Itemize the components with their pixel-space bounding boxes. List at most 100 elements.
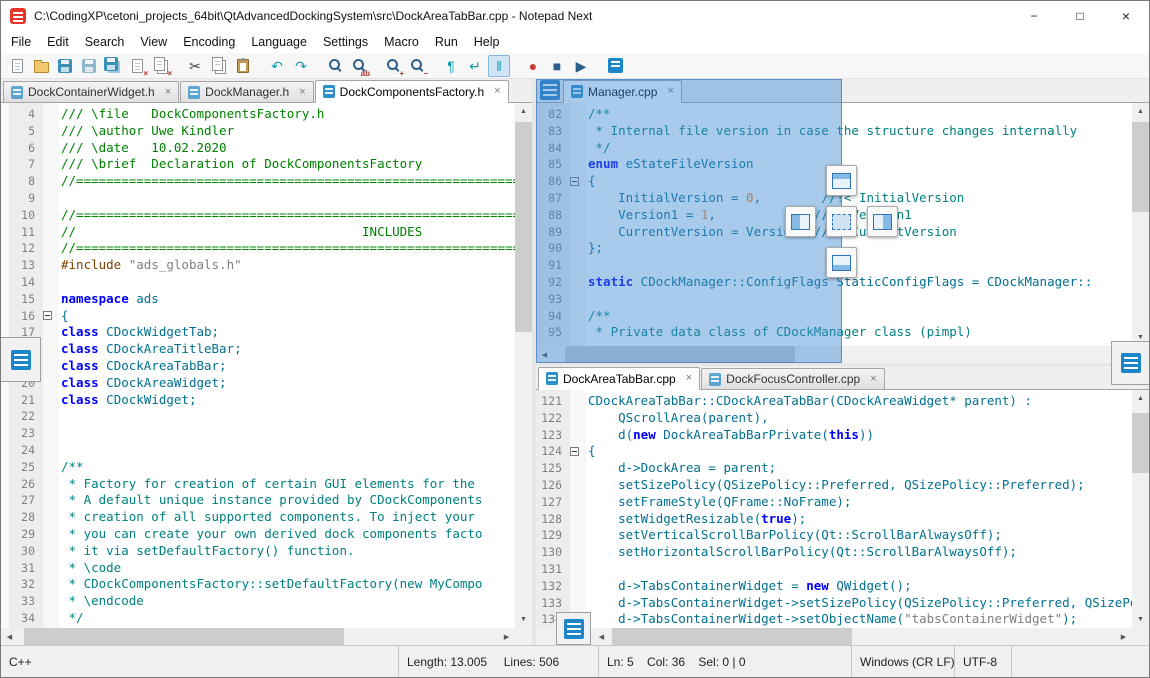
scroll-thumb[interactable] — [515, 122, 532, 332]
tab-dockmanager-h[interactable]: DockManager.h × — [180, 81, 313, 102]
code-line[interactable]: 13#include "ads_globals.h" — [9, 257, 515, 274]
menu-item-edit[interactable]: Edit — [39, 31, 77, 53]
replace-button[interactable]: ab — [348, 55, 370, 77]
dock-indicator-left[interactable] — [785, 206, 816, 237]
menu-item-help[interactable]: Help — [466, 31, 508, 53]
scroll-thumb[interactable] — [1132, 122, 1149, 212]
show-all-characters-button[interactable]: ¶ — [440, 55, 462, 77]
scroll-down-arrow-icon[interactable]: ▼ — [515, 611, 532, 628]
editor-dockareatabbar[interactable]: 121CDockAreaTabBar::CDockAreaTabBar(CDoc… — [536, 390, 1132, 628]
code-line[interactable]: 9 — [9, 190, 515, 207]
tab-close-icon[interactable]: × — [870, 374, 876, 385]
scroll-thumb[interactable] — [24, 628, 344, 645]
dock-indicator-top[interactable] — [826, 165, 857, 196]
fold-collapse-icon[interactable] — [570, 447, 579, 456]
left-vertical-scrollbar[interactable]: ▲ ▼ — [515, 103, 532, 628]
close-file-button[interactable]: × — [126, 55, 148, 77]
code-line[interactable]: 28 * creation of all supported component… — [9, 509, 515, 526]
code-line[interactable]: 20class CDockAreaWidget; — [9, 375, 515, 392]
save-copy-button[interactable] — [78, 55, 100, 77]
tab-close-icon[interactable]: × — [686, 373, 692, 384]
menu-item-language[interactable]: Language — [243, 31, 315, 53]
scroll-track[interactable] — [1132, 120, 1149, 329]
bottom-right-horizontal-scrollbar[interactable]: ◀ ▶ — [593, 628, 1132, 645]
tab-close-icon[interactable]: × — [165, 87, 171, 98]
menu-item-macro[interactable]: Macro — [376, 31, 427, 53]
code-line[interactable]: 126 setSizePolicy(QSizePolicy::Preferred… — [536, 477, 1132, 494]
editor-dockcomponentsfactory[interactable]: 4/// \file DockComponentsFactory.h5/// \… — [9, 103, 515, 628]
fold-margin[interactable] — [566, 443, 582, 460]
find-button[interactable] — [324, 55, 346, 77]
menu-item-search[interactable]: Search — [77, 31, 133, 53]
code-line[interactable]: 5/// \author Uwe Kindler — [9, 123, 515, 140]
code-line[interactable]: 12//====================================… — [9, 240, 515, 257]
paste-button[interactable] — [232, 55, 254, 77]
code-line[interactable]: 23 — [9, 425, 515, 442]
scroll-down-arrow-icon[interactable]: ▼ — [1132, 611, 1149, 628]
maximize-button[interactable]: □ — [1057, 1, 1103, 31]
zoom-in-button[interactable]: + — [382, 55, 404, 77]
menu-item-view[interactable]: View — [132, 31, 175, 53]
code-line[interactable]: 27 * A default unique instance provided … — [9, 492, 515, 509]
menu-item-run[interactable]: Run — [427, 31, 466, 53]
code-line[interactable]: 125 d->DockArea = parent; — [536, 460, 1132, 477]
code-line[interactable]: 6/// \date 10.02.2020 — [9, 140, 515, 157]
dock-indicator-right[interactable] — [867, 206, 898, 237]
bottom-right-vertical-scrollbar[interactable]: ▲ ▼ — [1132, 390, 1149, 628]
code-line[interactable]: 10//====================================… — [9, 207, 515, 224]
code-line[interactable]: 4/// \file DockComponentsFactory.h — [9, 106, 515, 123]
code-line[interactable]: 35class ADS_EXPORT CDockComponentsFactor… — [9, 627, 515, 628]
scroll-track[interactable] — [18, 628, 498, 645]
code-line[interactable]: 131 — [536, 561, 1132, 578]
tab-dockareatabbar-cpp[interactable]: DockAreaTabBar.cpp × — [538, 367, 700, 390]
scroll-track[interactable] — [610, 628, 1115, 645]
save-all-button[interactable] — [102, 55, 124, 77]
undo-button[interactable]: ↶ — [266, 55, 288, 77]
menu-item-settings[interactable]: Settings — [315, 31, 376, 53]
top-right-vertical-scrollbar[interactable]: ▲ ▼ — [1132, 103, 1149, 346]
scroll-right-arrow-icon[interactable]: ▶ — [1115, 628, 1132, 645]
code-line[interactable]: 121CDockAreaTabBar::CDockAreaTabBar(CDoc… — [536, 393, 1132, 410]
scroll-left-arrow-icon[interactable]: ◀ — [593, 628, 610, 645]
redo-button[interactable]: ↷ — [290, 55, 312, 77]
code-line[interactable]: 129 setVerticalScrollBarPolicy(Qt::Scrol… — [536, 527, 1132, 544]
code-line[interactable]: 128 setWidgetResizable(true); — [536, 511, 1132, 528]
cut-button[interactable]: ✂ — [184, 55, 206, 77]
code-line[interactable]: 21class CDockWidget; — [9, 392, 515, 409]
word-wrap-button[interactable]: ↵ — [464, 55, 486, 77]
code-line[interactable]: 29 * you can create your own derived doc… — [9, 526, 515, 543]
code-line[interactable]: 32 * CDockComponentsFactory::setDefaultF… — [9, 576, 515, 593]
code-line[interactable]: 130 setHorizontalScrollBarPolicy(Qt::Scr… — [536, 544, 1132, 561]
fold-margin[interactable] — [39, 308, 55, 325]
scroll-up-arrow-icon[interactable]: ▲ — [1132, 103, 1149, 120]
menu-item-encoding[interactable]: Encoding — [175, 31, 243, 53]
code-line[interactable]: 33 * \endcode — [9, 593, 515, 610]
code-line[interactable]: 16{ — [9, 308, 515, 325]
fold-collapse-icon[interactable] — [43, 311, 52, 320]
left-horizontal-scrollbar[interactable]: ◀ ▶ — [1, 628, 515, 645]
dock-indicator-center[interactable] — [826, 206, 857, 237]
autohide-tab-bottom[interactable] — [556, 612, 591, 645]
code-line[interactable]: 134 d->TabsContainerWidget->setObjectNam… — [536, 611, 1132, 628]
play-macro-button[interactable]: ▶ — [570, 55, 592, 77]
dock-panel-button[interactable] — [604, 55, 626, 77]
code-line[interactable]: 7/// \brief Declaration of DockComponent… — [9, 156, 515, 173]
indent-guide-button[interactable]: ‖ — [488, 55, 510, 77]
close-all-button[interactable]: × — [150, 55, 172, 77]
new-file-button[interactable] — [6, 55, 28, 77]
open-file-button[interactable] — [30, 55, 52, 77]
code-line[interactable]: 124{ — [536, 443, 1132, 460]
scroll-right-arrow-icon[interactable]: ▶ — [498, 628, 515, 645]
code-line[interactable]: 133 d->TabsContainerWidget->setSizePolic… — [536, 595, 1132, 612]
code-line[interactable]: 127 setFrameStyle(QFrame::NoFrame); — [536, 494, 1132, 511]
code-line[interactable]: 132 d->TabsContainerWidget = new QWidget… — [536, 578, 1132, 595]
scroll-up-arrow-icon[interactable]: ▲ — [515, 103, 532, 120]
code-line[interactable]: 14 — [9, 274, 515, 291]
record-macro-button[interactable]: ● — [522, 55, 544, 77]
minimize-button[interactable]: − — [1011, 1, 1057, 31]
copy-button[interactable] — [208, 55, 230, 77]
stop-record-button[interactable]: ■ — [546, 55, 568, 77]
code-line[interactable]: 19class CDockAreaTabBar; — [9, 358, 515, 375]
menu-item-file[interactable]: File — [3, 31, 39, 53]
scroll-up-arrow-icon[interactable]: ▲ — [1132, 390, 1149, 407]
